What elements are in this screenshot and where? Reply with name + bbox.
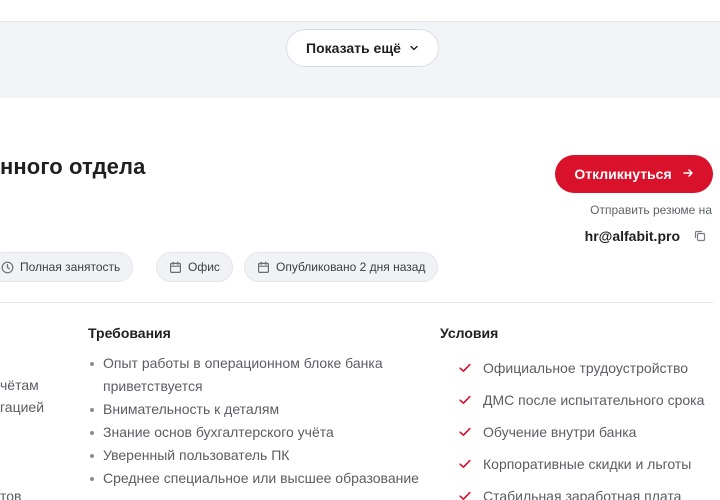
list-item: Знание основ бухгалтерского учёта — [88, 421, 428, 444]
conditions-list: Официальное трудоустройство ДМС после ис… — [459, 352, 720, 500]
list-item: Обучение внутри банка — [459, 416, 720, 448]
list-item: Официальное трудоустройство — [459, 352, 720, 384]
section-divider — [0, 302, 713, 303]
chip-employment: Полная занятость — [0, 252, 134, 282]
left-column-fragment: тов — [0, 488, 22, 500]
chip-workplace: Офис — [156, 252, 233, 282]
chip-employment-label: Полная занятость — [20, 260, 121, 274]
chip-published: Опубликовано 2 дня назад — [244, 252, 439, 282]
left-column-fragment: чётам — [0, 377, 39, 393]
respond-button[interactable]: Откликнуться — [555, 155, 713, 193]
checkmark-icon — [459, 459, 471, 468]
vacancy-title: нного отдела — [0, 154, 146, 179]
show-more-button[interactable]: Показать ещё — [286, 29, 439, 67]
respond-label: Откликнуться — [574, 166, 672, 182]
requirements-list: Опыт работы в операционном блоке банка п… — [88, 352, 428, 490]
clock-icon — [1, 261, 14, 273]
checkmark-icon — [459, 491, 471, 500]
chip-workplace-label: Офис — [188, 260, 220, 274]
arrow-right-icon — [682, 166, 694, 182]
top-white-strip — [0, 0, 720, 22]
condition-label: Обучение внутри банка — [483, 424, 637, 440]
checkmark-icon — [459, 427, 471, 436]
top-band: Показать ещё — [0, 0, 720, 98]
condition-label: Официальное трудоустройство — [483, 360, 689, 376]
chip-published-label: Опубликовано 2 дня назад — [276, 260, 426, 274]
requirements-heading: Требования — [88, 325, 171, 341]
resume-note: Отправить резюме на — [590, 203, 712, 217]
checkmark-icon — [459, 395, 471, 404]
condition-label: Корпоративные скидки и льготы — [483, 456, 692, 472]
show-more-label: Показать ещё — [306, 40, 401, 56]
calendar-icon — [258, 261, 270, 273]
list-item: ДМС после испытательного срока — [459, 384, 720, 416]
copy-icon[interactable] — [688, 224, 712, 248]
calendar-icon — [170, 261, 182, 273]
checkmark-icon — [459, 363, 471, 372]
vacancy-tags: Полная занятость Офис Опубликовано 2 дня… — [0, 252, 720, 282]
chevron-down-icon — [409, 43, 419, 53]
left-column-fragment: гацией — [0, 399, 45, 415]
hr-email[interactable]: hr@alfabit.pro — [585, 228, 680, 244]
list-item: Опыт работы в операционном блоке банка п… — [88, 352, 428, 398]
list-item: Внимательность к деталям — [88, 398, 428, 421]
list-item: Корпоративные скидки и льготы — [459, 448, 720, 480]
conditions-heading: Условия — [440, 325, 499, 341]
email-row: hr@alfabit.pro — [585, 224, 712, 248]
list-item: Среднее специальное или высшее образован… — [88, 467, 428, 490]
list-item: Уверенный пользователь ПК — [88, 444, 428, 467]
condition-label: ДМС после испытательного срока — [483, 392, 705, 408]
condition-label: Стабильная заработная плата — [483, 488, 682, 500]
list-item: Стабильная заработная плата — [459, 480, 720, 500]
